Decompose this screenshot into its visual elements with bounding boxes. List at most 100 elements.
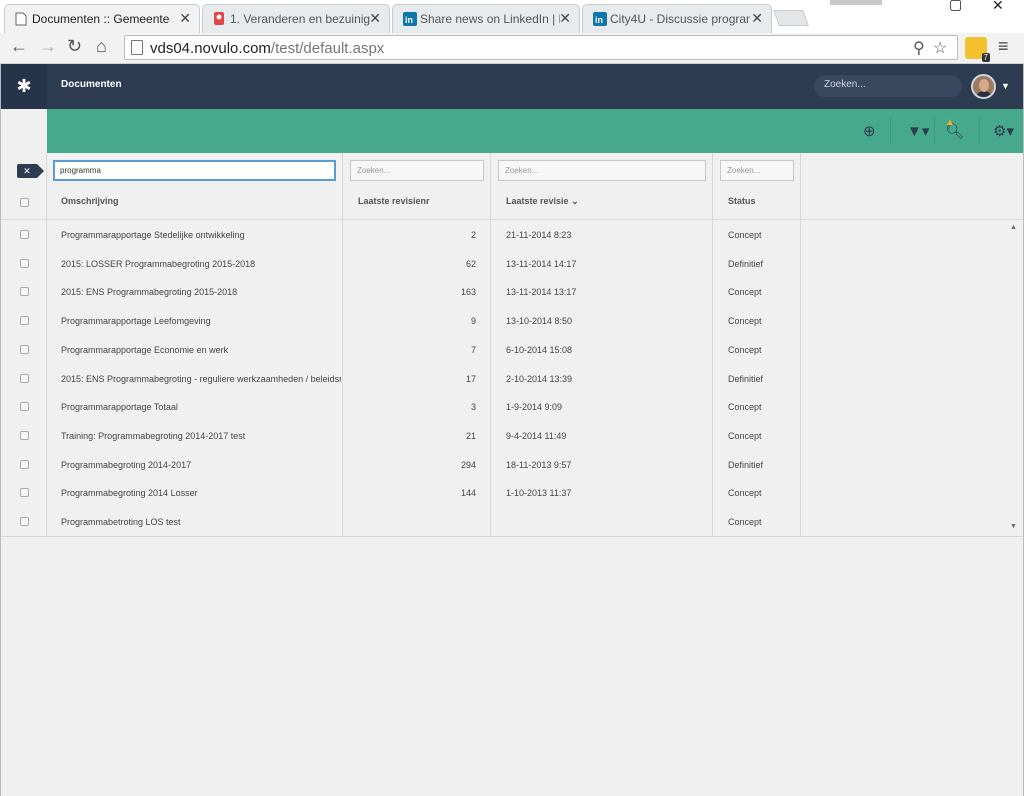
cell-status: Concept	[728, 430, 762, 441]
add-circle-icon[interactable]: ⊕	[863, 122, 876, 140]
close-icon[interactable]: ✕	[179, 10, 191, 27]
row-checkbox[interactable]	[20, 373, 29, 383]
close-icon[interactable]: ✕	[369, 10, 381, 27]
cell-revisienr: 7	[470, 344, 476, 355]
cell-revisienr: 17	[465, 373, 476, 384]
cell-revisienr: 3	[470, 402, 476, 413]
new-tab-button[interactable]	[773, 10, 809, 26]
page-title: Documenten	[61, 79, 122, 90]
window-close-icon[interactable]: ✕	[992, 0, 1004, 14]
divider	[934, 117, 935, 145]
table-row[interactable]: Programmabegroting 2014-2017 294 18-11-201…	[1, 450, 1007, 479]
column-header-revisie[interactable]: Laatste revisie ⌄	[506, 196, 579, 207]
filter-omschrijving-input[interactable]: programma	[53, 160, 336, 181]
cell-status: Concept	[728, 517, 762, 527]
scrollbar[interactable]: ▲ ▼	[1006, 220, 1023, 537]
row-checkbox[interactable]	[20, 258, 29, 268]
column-header-status[interactable]: Status	[728, 196, 756, 206]
cell-omschrijving: 2015: LOSSER Programmabegroting 2015-201…	[61, 258, 256, 269]
table-row[interactable]: Programmarapportage Leefomgeving 9 13-10-2…	[1, 306, 1007, 335]
svg-text:in: in	[405, 15, 413, 25]
cell-revisie: 6-10-2014 15:08	[506, 344, 573, 355]
cell-omschrijving: 2015: ENS Programmabegroting - reguliere…	[61, 373, 341, 384]
filter-status-input[interactable]: Zoeken...	[720, 160, 794, 181]
cell-omschrijving: Programmarapportage Economie en werk	[61, 344, 229, 355]
cell-status: Definitief	[728, 258, 764, 269]
tab-title: City4U - Discussie progran	[610, 12, 750, 26]
warning-icon: ▲	[945, 117, 955, 128]
close-icon[interactable]: ✕	[751, 10, 763, 27]
table-row[interactable]: Programmarapportage Economie en werk 7 6-1…	[1, 335, 1007, 364]
cell-omschrijving: Programmabegroting 2014 Losser	[61, 488, 198, 499]
cell-revisienr: 2	[470, 230, 476, 240]
column-header-omschrijving[interactable]: Omschrijving	[61, 196, 119, 206]
filter-revisie-input[interactable]: Zoeken...	[498, 160, 706, 181]
star-icon[interactable]: ☆	[933, 38, 947, 58]
row-checkbox[interactable]	[20, 344, 29, 354]
table-row[interactable]: Programmabegroting 2014 Losser 144 1-10-20…	[1, 478, 1007, 507]
page-icon	[131, 40, 143, 55]
app-header: ✱ Documenten Zoeken... ▼	[1, 64, 1023, 109]
cell-omschrijving: Training: Programmabegroting 2014-2017 t…	[61, 430, 246, 441]
window-drag-area	[830, 0, 882, 5]
tab-documenten[interactable]: Documenten :: Gemeente ✕	[4, 4, 200, 33]
home-icon[interactable]: ⌂	[96, 36, 107, 57]
global-search-input[interactable]: Zoeken...	[814, 75, 962, 97]
table-row[interactable]: 2015: ENS Programmabegroting - reguliere…	[1, 364, 1007, 393]
row-checkbox[interactable]	[20, 316, 29, 326]
bookmark-icon	[213, 12, 226, 26]
reload-icon[interactable]: ↻	[67, 36, 82, 57]
row-checkbox[interactable]	[20, 430, 29, 440]
cell-omschrijving: Programmarapportage Totaal	[61, 402, 178, 413]
row-checkbox[interactable]	[20, 287, 29, 297]
row-checkbox[interactable]	[20, 459, 29, 469]
puzzle-logo-icon[interactable]: ✱	[1, 64, 47, 109]
table-row[interactable]: 2015: LOSSER Programmabegroting 2015-201…	[1, 249, 1007, 278]
cell-revisie: 1-10-2013 11:37	[506, 488, 572, 499]
filter-icon[interactable]: ▼▾	[907, 122, 929, 140]
back-arrow-icon[interactable]: ←	[10, 36, 28, 57]
cell-revisie: 9-4-2014 11:49	[506, 430, 567, 441]
zoom-icon[interactable]: ⚲	[913, 38, 925, 58]
row-checkbox[interactable]	[20, 402, 29, 412]
tab-veranderen[interactable]: 1. Veranderen en bezuinig ✕	[202, 4, 390, 33]
maximize-icon[interactable]: ▢	[949, 0, 962, 13]
row-checkbox[interactable]	[20, 517, 29, 526]
avatar[interactable]	[971, 74, 996, 99]
select-all-checkbox[interactable]	[20, 198, 29, 207]
menu-icon[interactable]: ≡	[998, 36, 1009, 57]
browser-chrome: Documenten :: Gemeente ✕ 1. Veranderen e…	[0, 0, 1024, 64]
scroll-up-icon[interactable]: ▲	[1010, 224, 1017, 231]
row-checkbox[interactable]	[20, 488, 29, 498]
address-bar[interactable]: vds04.novulo.com/test/default.aspx ⚲ ☆	[124, 35, 958, 60]
cell-omschrijving: Programmarapportage Stedelijke ontwikkel…	[61, 230, 245, 240]
cell-omschrijving: Programmabetroting LOS test	[61, 517, 181, 527]
documents-grid: ✕ programma Zoeken... Zoeken... Zoeken..…	[1, 153, 1023, 537]
cell-revisienr: 62	[465, 258, 476, 269]
extension-icon[interactable]: 7	[965, 37, 990, 62]
close-icon[interactable]: ✕	[559, 10, 571, 27]
table-row[interactable]: Training: Programmabegroting 2014-2017 t…	[1, 421, 1007, 450]
chevron-down-icon[interactable]: ▼	[1001, 81, 1010, 91]
scroll-down-icon[interactable]: ▼	[1010, 523, 1017, 530]
url-text: vds04.novulo.com/test/default.aspx	[150, 40, 385, 57]
table-row[interactable]: Programmarapportage Stedelijke ontwikkel…	[1, 220, 1007, 249]
gear-icon[interactable]: ⚙▾	[993, 122, 1014, 140]
sort-desc-icon: ⌄	[571, 196, 579, 206]
row-checkbox[interactable]	[20, 230, 29, 239]
tab-strip: Documenten :: Gemeente ✕ 1. Veranderen e…	[0, 0, 1024, 33]
column-header-revisienr[interactable]: Laatste revisienr	[358, 196, 430, 206]
cell-status: Concept	[728, 344, 762, 355]
tab-linkedin-share[interactable]: in Share news on LinkedIn | L ✕	[392, 4, 580, 33]
cell-status: Definitief	[728, 459, 764, 470]
tab-city4u[interactable]: in City4U - Discussie progran ✕	[582, 4, 772, 33]
action-bar: ⊕ ▼▾ 🔍︎ ⚙▾	[47, 109, 1023, 153]
cell-status: Concept	[728, 287, 762, 298]
divider	[979, 117, 980, 145]
table-row[interactable]: 2015: ENS Programmabegroting 2015-2018 16…	[1, 277, 1007, 306]
forward-arrow-icon[interactable]: →	[39, 36, 57, 57]
table-row[interactable]: Programmarapportage Totaal 3 1-9-2014 9:09…	[1, 392, 1007, 421]
filter-revisienr-input[interactable]: Zoeken...	[350, 160, 484, 181]
clear-filters-button[interactable]: ✕	[17, 164, 44, 178]
table-row[interactable]: Programmabetroting LOS test Concept	[1, 507, 1007, 536]
